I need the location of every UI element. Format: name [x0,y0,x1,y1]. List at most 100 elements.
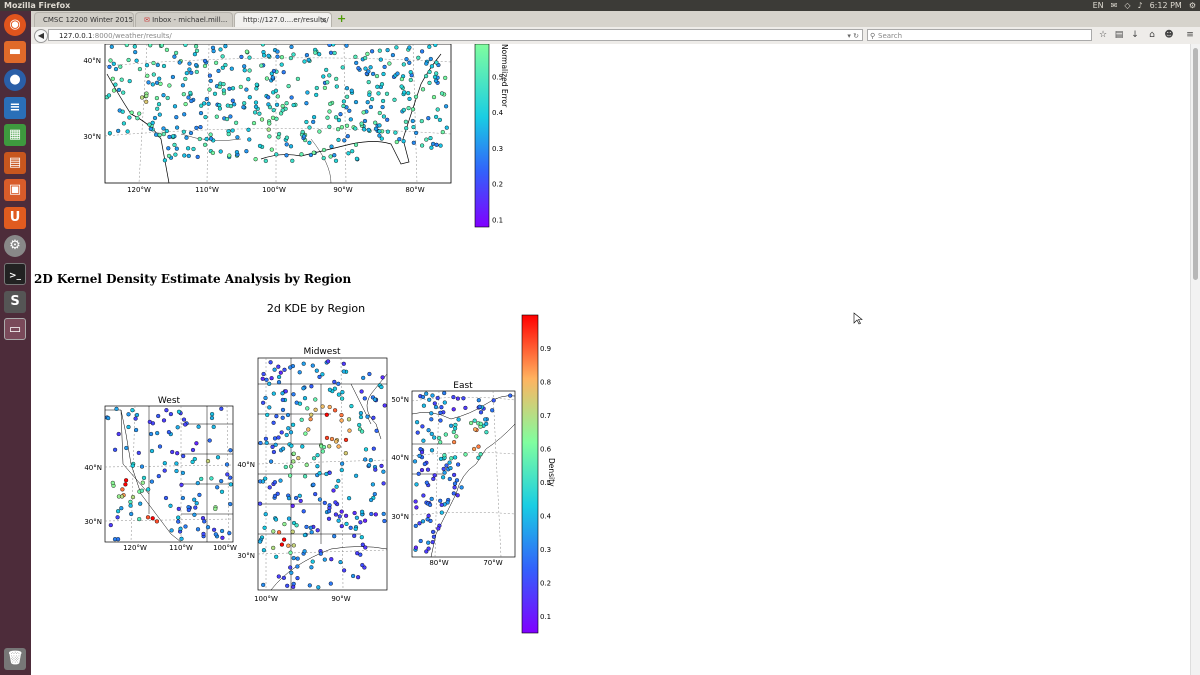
station-marker [128,499,133,504]
station-marker [123,478,129,483]
station-marker [135,116,140,121]
lat-label: 30°N [391,513,409,521]
station-marker [205,459,211,464]
station-marker [315,453,320,458]
station-marker [184,135,189,140]
station-marker [259,63,264,68]
chat-icon[interactable]: ☻ [1163,29,1175,41]
back-button[interactable]: ◀ [34,29,48,43]
station-marker [111,88,117,93]
station-marker [228,448,233,453]
station-marker [126,57,131,63]
station-marker [432,473,437,478]
station-marker [311,119,316,124]
station-marker [187,61,192,66]
station-marker [373,512,378,517]
station-marker [373,467,378,472]
downloads-icon[interactable]: ↓ [1129,29,1141,41]
terminal-icon[interactable]: >_ [4,263,26,285]
station-marker [106,416,111,421]
station-marker [429,431,434,436]
firefox-icon[interactable]: ● [4,69,26,91]
menu-icon[interactable]: ≡ [1184,29,1196,41]
ubuntu-dash-icon[interactable]: ◉ [4,14,26,36]
software-center-icon[interactable]: ▣ [4,179,26,201]
station-marker [277,374,282,380]
station-marker [138,501,143,506]
station-marker [289,570,294,575]
libreoffice-impress-icon[interactable]: ▤ [4,152,26,174]
station-marker [426,546,431,551]
clock[interactable]: 6:12 PM [1150,0,1182,11]
station-marker [108,523,113,528]
tab-cmsc[interactable]: CMSC 12200 Winter 2015 [34,12,134,27]
station-marker [302,134,307,139]
page-scrollbar[interactable] [1190,44,1200,675]
station-marker [211,424,216,429]
station-marker [334,115,339,120]
station-marker [296,456,301,461]
station-marker [176,515,181,520]
station-marker [162,158,167,163]
station-marker [290,158,295,163]
files-icon[interactable]: ▬ [4,41,26,63]
station-marker [195,154,200,159]
station-marker [203,142,208,147]
libreoffice-calc-icon[interactable]: ▦ [4,124,26,146]
new-tab-plus-icon[interactable]: + [337,13,347,24]
sublime-text-icon[interactable]: S [4,291,26,313]
ubuntu-one-icon[interactable]: U [4,207,26,229]
station-marker [328,581,333,586]
trash-icon[interactable]: 🗑 [4,648,26,670]
scrollbar-thumb[interactable] [1193,48,1198,280]
station-marker [444,463,449,468]
mail-icon[interactable]: ✉ [1111,0,1118,11]
station-marker [267,105,273,110]
bookmark-star-icon[interactable]: ☆ [1097,29,1109,41]
station-marker [333,158,339,163]
system-settings-icon[interactable]: ⚙ [4,235,26,257]
station-marker [344,521,349,526]
station-marker [307,125,312,130]
page-content: 40°N 30°N 120°W 110°W 100°W 90°W 80°W 0.… [31,44,1190,675]
station-marker [314,85,319,91]
settings-gear-icon[interactable]: ⚙ [1189,0,1196,11]
station-marker [266,127,271,132]
home-icon[interactable]: ⌂ [1146,29,1158,41]
search-input[interactable]: ⚲ Search [867,29,1092,41]
workspace-switcher-icon[interactable]: ▭ [4,318,26,340]
station-marker [164,47,169,52]
volume-icon[interactable]: ♪ [1137,0,1142,11]
station-marker [431,534,436,539]
libreoffice-writer-icon[interactable]: ≡ [4,97,26,119]
url-bar[interactable]: 127.0.0.1:8000/weather/results/ ▾ ↻ [48,29,863,41]
station-marker [337,514,342,519]
station-marker [291,459,296,464]
station-marker [149,448,155,454]
search-icon: ⚲ [870,32,876,40]
station-marker [431,141,436,146]
station-marker [340,461,345,466]
keyboard-indicator[interactable]: EN [1093,0,1104,11]
station-marker [269,376,274,381]
reading-list-icon[interactable]: ▤ [1113,29,1125,41]
station-marker [302,396,308,401]
tab-results[interactable]: http://127.0....er/results/ × [234,12,332,27]
network-icon[interactable]: ◇ [1124,0,1130,11]
reload-icon[interactable]: ↻ [853,32,859,40]
station-marker [334,484,339,489]
tab-inbox[interactable]: ✉ Inbox - michael.mill... [135,12,233,27]
station-marker [281,575,286,580]
station-marker [217,106,222,111]
station-marker [183,76,188,81]
station-marker [308,525,313,530]
dropdown-arrow-icon[interactable]: ▾ [847,32,851,40]
lon-label: 100°W [254,595,278,603]
close-tab-icon[interactable]: × [320,13,327,27]
station-marker [313,492,318,497]
station-marker [186,146,191,151]
lat-label: 40°N [84,464,102,472]
station-marker [321,155,326,161]
station-marker [484,421,489,426]
station-marker [267,121,272,126]
